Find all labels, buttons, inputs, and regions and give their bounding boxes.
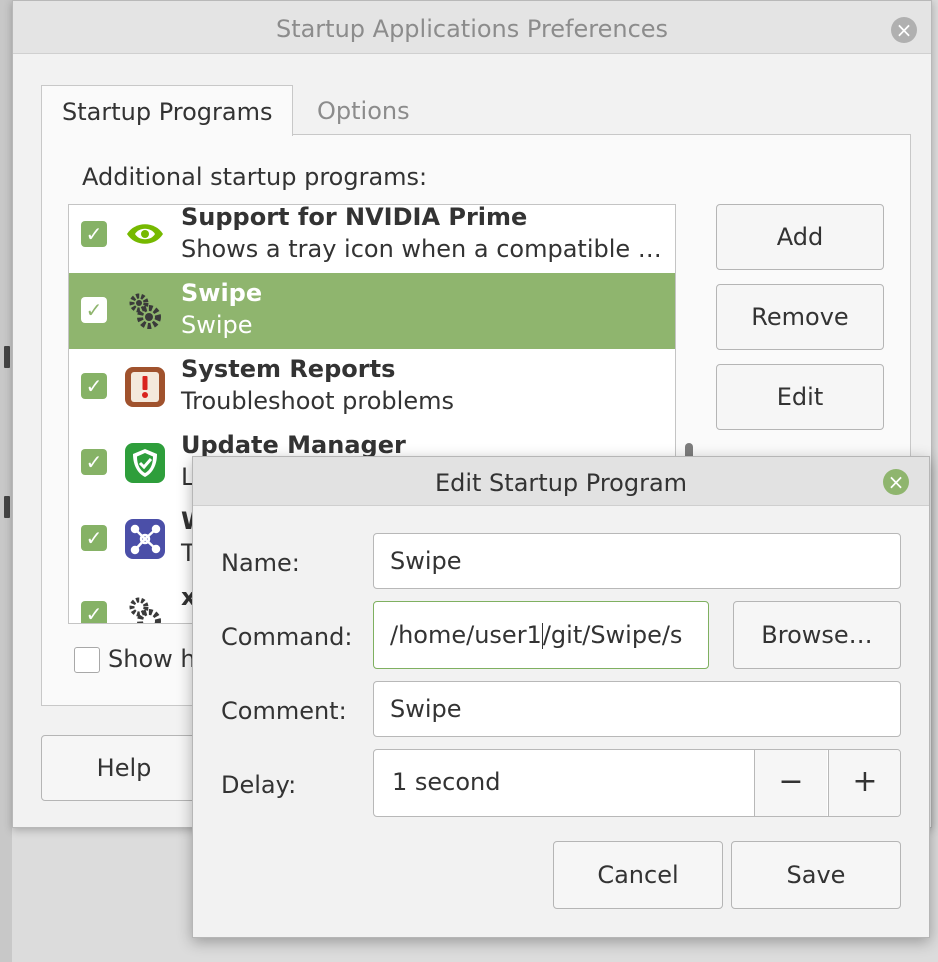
comment-label: Comment: (221, 697, 347, 725)
decrement-button[interactable]: − (754, 750, 827, 816)
delay-value[interactable]: 1 second (392, 768, 501, 796)
gears-icon (123, 289, 167, 333)
checkbox[interactable]: ✓ (81, 449, 107, 475)
command-text: /home/user1 (390, 621, 542, 649)
window-title: Startup Applications Preferences (275, 15, 669, 43)
checkbox[interactable]: ✓ (81, 601, 107, 623)
browse-button[interactable]: Browse… (733, 601, 901, 669)
edit-startup-program-dialog: Edit Startup Program × Name: Swipe Comma… (192, 456, 930, 938)
shield-icon (123, 441, 167, 485)
background-window (0, 0, 12, 962)
list-item[interactable]: ✓ Support for NVIDIA Prime Shows a tray … (69, 204, 675, 273)
add-button[interactable]: Add (716, 204, 884, 270)
close-icon[interactable]: × (891, 17, 917, 43)
dialog-title-bar: Edit Startup Program × (193, 457, 929, 506)
network-icon (123, 517, 167, 561)
cancel-button[interactable]: Cancel (553, 841, 723, 909)
increment-button[interactable]: + (828, 750, 900, 816)
show-hidden-label: Show h (108, 645, 196, 673)
nvidia-icon (123, 213, 167, 257)
background-fragment (4, 496, 10, 518)
item-description: Swipe (181, 311, 253, 339)
comment-field[interactable]: Swipe (373, 681, 901, 737)
help-button[interactable]: Help (41, 735, 207, 801)
edit-button[interactable]: Edit (716, 364, 884, 430)
title-bar: Startup Applications Preferences × (13, 1, 931, 54)
background-fragment (4, 346, 10, 368)
close-icon[interactable]: × (883, 469, 909, 495)
item-name: Swipe (181, 279, 263, 307)
checkbox[interactable]: ✓ (81, 525, 107, 551)
command-field[interactable]: /home/user1/git/Swipe/s (373, 601, 709, 669)
show-hidden-checkbox[interactable] (74, 647, 100, 673)
checkbox[interactable]: ✓ (81, 373, 107, 399)
item-name: System Reports (181, 355, 396, 383)
checkbox[interactable]: ✓ (81, 297, 107, 323)
item-name: Update Manager (181, 431, 406, 459)
save-button[interactable]: Save (731, 841, 901, 909)
list-item-selected[interactable]: ✓ Swipe Swipe (69, 273, 675, 349)
command-text-rest: /git/Swipe/s (542, 621, 683, 649)
tab-options[interactable]: Options (297, 85, 430, 135)
name-field[interactable]: Swipe (373, 533, 901, 589)
system-reports-icon (123, 365, 167, 409)
checkbox[interactable]: ✓ (81, 221, 107, 247)
item-description: Troubleshoot problems (181, 387, 454, 415)
name-label: Name: (221, 549, 300, 577)
show-hidden-toggle[interactable]: Show h (74, 645, 196, 673)
list-item[interactable]: ✓ System Reports Troubleshoot problems (69, 349, 675, 425)
tab-startup-programs[interactable]: Startup Programs (41, 85, 294, 136)
gears-icon (123, 593, 167, 623)
item-name: Support for NVIDIA Prime (181, 204, 528, 231)
dialog-title: Edit Startup Program (434, 469, 688, 497)
command-label: Command: (221, 623, 353, 651)
remove-button[interactable]: Remove (716, 284, 884, 350)
delay-spinner[interactable]: 1 second − + (373, 749, 901, 817)
item-description: Shows a tray icon when a compatible … (181, 235, 662, 263)
section-label: Additional startup programs: (82, 163, 428, 191)
delay-label: Delay: (221, 771, 297, 799)
